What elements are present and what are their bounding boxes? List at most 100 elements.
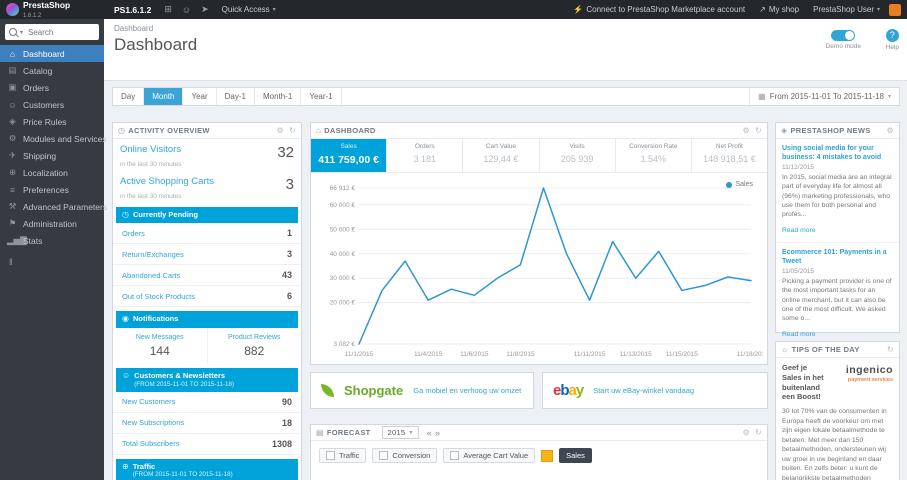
refresh-icon[interactable]: ↻: [755, 126, 762, 135]
gear-icon[interactable]: ⚙: [277, 126, 284, 135]
kpi-visits[interactable]: Visits 205 939: [540, 139, 616, 172]
pending-out-of-stock-row[interactable]: Out of Stock Products 6: [113, 286, 301, 308]
refresh-icon[interactable]: ↻: [289, 126, 296, 135]
legend-sales[interactable]: Sales: [559, 448, 592, 463]
sidebar-item-administration[interactable]: ⚑ Administration: [0, 215, 104, 232]
total-subscribers-row[interactable]: Total Subscribers 1308: [113, 434, 301, 455]
pending-abandoned-carts-row[interactable]: Abandoned Carts 43: [113, 265, 301, 287]
read-more-link[interactable]: Read more: [782, 227, 816, 234]
clock-icon: ◷: [122, 210, 129, 219]
customer-icon[interactable]: ☺: [177, 5, 196, 15]
catalog-icon: ▤: [8, 65, 17, 75]
active-carts-metric: Active Shopping Carts 3 in the last 30 m…: [113, 171, 301, 203]
sidebar-item-shipping[interactable]: ✈ Shipping: [0, 147, 104, 164]
gear-icon[interactable]: ⚙: [743, 428, 750, 437]
ebay-link[interactable]: Start uw eBay-winkel vandaag: [593, 386, 694, 395]
sidebar-item-localization[interactable]: ⊕ Localization: [0, 164, 104, 181]
prestashop-logo[interactable]: PrestaShop 1.6.1.2: [0, 0, 106, 19]
quick-access-menu[interactable]: Quick Access ▾: [214, 5, 284, 14]
sidebar-item-label: Customers: [23, 99, 65, 110]
prev-year-button[interactable]: «: [427, 428, 432, 438]
checkbox[interactable]: [326, 451, 335, 460]
sidebar-nav: ⌂ Dashboard ▤ Catalog ▣ Orders ☺ Custome…: [0, 45, 107, 249]
sidebar-item-stats[interactable]: ▂▅▇ Stats: [0, 232, 104, 249]
avatar[interactable]: [889, 3, 901, 16]
collapse-menu-button[interactable]: ‖: [9, 257, 104, 267]
legend-average-cart-value[interactable]: Average Cart Value: [443, 448, 536, 463]
checkbox[interactable]: [450, 451, 460, 460]
kpi-value: 129,44 €: [483, 154, 519, 164]
legend-conversion[interactable]: Conversion: [372, 448, 438, 463]
gear-icon[interactable]: ⚙: [743, 126, 750, 135]
cart-icon[interactable]: ⊞: [159, 4, 177, 15]
gear-icon[interactable]: ⚙: [887, 126, 894, 135]
shipping-icon: ✈: [8, 150, 17, 160]
orders-icon: ▣: [8, 82, 17, 92]
filter-year-1-button[interactable]: Year-1: [301, 88, 342, 105]
sidebar-item-catalog[interactable]: ▤ Catalog: [0, 62, 104, 79]
legend-label: Sales: [566, 451, 585, 460]
search-input[interactable]: [26, 26, 95, 38]
next-year-button[interactable]: »: [435, 428, 440, 438]
sidebar-item-customers[interactable]: ☺ Customers: [0, 96, 104, 113]
demo-mode-control[interactable]: Demo mode: [826, 30, 861, 50]
refresh-icon[interactable]: ↻: [755, 428, 762, 437]
marketplace-link[interactable]: ⚡ Connect to PrestaShop Marketplace acco…: [566, 5, 752, 14]
notifications-cells: New Messages 144 Product Reviews 882: [113, 327, 302, 364]
tip-body: 30 tot 70% van de consumenten in Europa …: [782, 408, 887, 480]
active-carts-link[interactable]: Active Shopping Carts: [120, 176, 214, 187]
kpi-net-profit[interactable]: Net Profit 148 918,51 €: [692, 139, 767, 172]
new-messages-cell[interactable]: New Messages 144: [113, 327, 208, 364]
shopgate-ad[interactable]: Shopgate Ga mobiel en verhoog uw omzet: [310, 372, 534, 409]
filter-day-button[interactable]: Day: [113, 88, 145, 105]
product-reviews-cell[interactable]: Product Reviews 882: [208, 328, 302, 364]
kpi-conversion-rate[interactable]: Conversion Rate 1.54%: [616, 139, 692, 172]
demo-mode-label: Demo mode: [825, 43, 861, 50]
svg-text:60 000 €: 60 000 €: [330, 202, 356, 209]
sidebar-item-price-rules[interactable]: ◈ Price Rules: [0, 113, 104, 130]
help-button[interactable]: ? Help: [886, 29, 899, 51]
filter-month-1-button[interactable]: Month-1: [255, 88, 302, 105]
filter-year-button[interactable]: Year: [183, 88, 217, 105]
date-range-picker[interactable]: ▦ From 2015-11-01 To 2015-11-18 ▾: [749, 88, 899, 105]
prestashop-news-panel: ◈ PRESTASHOP NEWS ⚙ Using social media f…: [775, 122, 900, 359]
svg-text:11/15/2015: 11/15/2015: [666, 351, 698, 358]
filter-month-button[interactable]: Month: [144, 88, 184, 105]
kpi-orders[interactable]: Orders 3 181: [387, 139, 464, 172]
sidebar-item-advanced-parameters[interactable]: ⚒ Advanced Parameters: [0, 198, 107, 215]
activity-overview-panel: ◷ ACTIVITY OVERVIEW ⚙ ↻ Online Visitors …: [112, 122, 302, 480]
user-menu[interactable]: PrestaShop User ▾: [806, 5, 887, 14]
demo-mode-toggle[interactable]: [831, 30, 856, 41]
shop-name[interactable]: PS1.6.1.2: [106, 5, 159, 15]
sidebar-item-dashboard[interactable]: ⌂ Dashboard: [0, 45, 104, 62]
sales-color-swatch[interactable]: [541, 449, 554, 462]
checkbox[interactable]: [379, 451, 389, 460]
read-more-link[interactable]: Read more: [782, 331, 816, 338]
kpi-cart-value[interactable]: Cart Value 129,44 €: [463, 139, 540, 172]
legend-traffic[interactable]: Traffic: [319, 448, 367, 463]
online-visitors-link[interactable]: Online Visitors: [120, 144, 181, 155]
filter-day-1-button[interactable]: Day-1: [217, 88, 255, 105]
pending-orders-row[interactable]: Orders 1: [113, 223, 301, 245]
kpi-value: 411 759,00 €: [318, 154, 379, 166]
chart-legend[interactable]: Sales: [726, 181, 753, 188]
ebay-ad[interactable]: ebay Start uw eBay-winkel vandaag: [542, 372, 768, 409]
dashboard-panel: ⌂ DASHBOARD ⚙ ↻ Sales 411 759,00 € Order…: [310, 122, 768, 365]
sidebar-search[interactable]: ▾: [5, 24, 99, 40]
refresh-icon[interactable]: ↻: [887, 345, 894, 354]
new-customers-row[interactable]: New Customers 90: [113, 392, 301, 413]
marketplace-label: Connect to PrestaShop Marketplace accoun…: [586, 5, 746, 14]
kpi-sales[interactable]: Sales 411 759,00 €: [311, 139, 388, 172]
shopgate-link[interactable]: Ga mobiel en verhoog uw omzet: [413, 386, 521, 395]
ebay-letter: a: [568, 382, 577, 399]
sidebar-item-orders[interactable]: ▣ Orders: [0, 79, 104, 96]
pending-returns-row[interactable]: Return/Exchanges 3: [113, 244, 301, 266]
year-select[interactable]: 2015 ▾: [381, 426, 419, 439]
rocket-icon[interactable]: ➤: [196, 4, 214, 15]
my-shop-link[interactable]: ↗ My shop: [752, 5, 806, 14]
news-title-link[interactable]: Using social media for your business: 4 …: [782, 144, 893, 162]
news-title-link[interactable]: Ecommerce 101: Payments in a Tweet: [782, 248, 893, 266]
sidebar-item-modules[interactable]: ⚙ Modules and Services: [0, 130, 107, 147]
new-subscriptions-row[interactable]: New Subscriptions 18: [113, 413, 301, 434]
sidebar-item-preferences[interactable]: ≡ Preferences: [0, 181, 104, 198]
